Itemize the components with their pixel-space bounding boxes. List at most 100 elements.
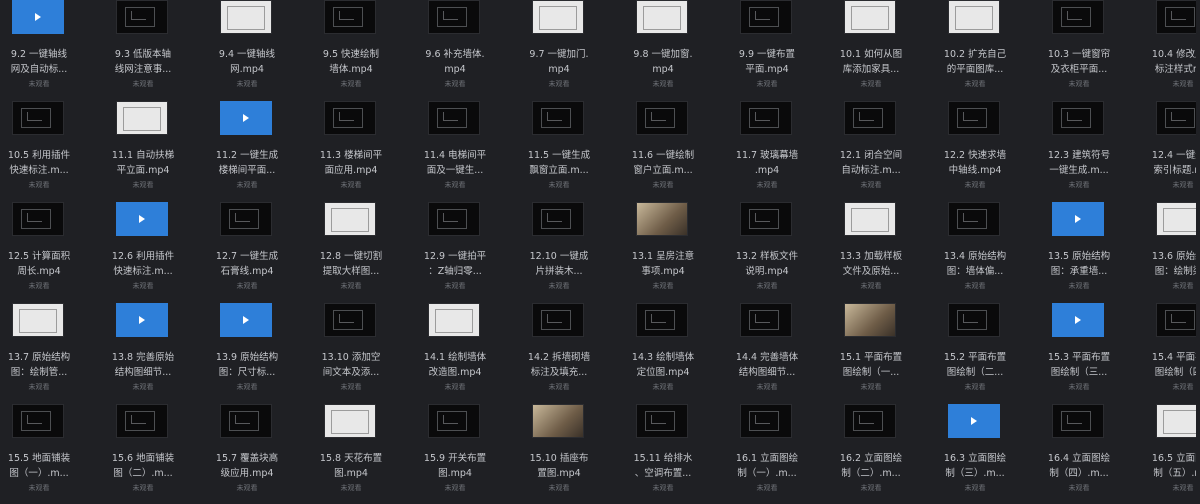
video-tile[interactable]: 14.1 绘制墙体 改造图.mp4 未观看 bbox=[416, 303, 520, 403]
video-thumbnail[interactable] bbox=[636, 202, 688, 236]
video-tile[interactable]: 13.3 加载样板 文件及原始... 未观看 bbox=[832, 202, 936, 302]
video-thumbnail[interactable] bbox=[636, 0, 688, 34]
video-thumbnail[interactable] bbox=[12, 0, 64, 34]
video-thumbnail[interactable] bbox=[948, 101, 1000, 135]
video-thumbnail[interactable] bbox=[1052, 101, 1104, 135]
video-tile[interactable]: 16.3 立面图绘 制（三）.m... 未观看 bbox=[936, 404, 1040, 504]
video-tile[interactable]: 12.3 建筑符号 一键生成.m... 未观看 bbox=[1040, 101, 1144, 201]
video-thumbnail[interactable] bbox=[1156, 303, 1200, 337]
video-tile[interactable]: 12.1 闭合空间 自动标注.m... 未观看 bbox=[832, 101, 936, 201]
video-tile[interactable]: 11.6 一键绘制 窗户立面.m... 未观看 bbox=[624, 101, 728, 201]
video-tile[interactable]: 15.11 给排水 、空调布置... 未观看 bbox=[624, 404, 728, 504]
video-tile[interactable]: 13.10 添加空 间文本及添... 未观看 bbox=[312, 303, 416, 403]
video-thumbnail[interactable] bbox=[532, 303, 584, 337]
video-tile[interactable]: 12.2 快速求墙 中轴线.mp4 未观看 bbox=[936, 101, 1040, 201]
video-tile[interactable]: 9.4 一键轴线 网.mp4 未观看 bbox=[208, 0, 312, 100]
video-thumbnail[interactable] bbox=[428, 101, 480, 135]
video-tile[interactable]: 15.7 覆盖块高 级应用.mp4 未观看 bbox=[208, 404, 312, 504]
video-tile[interactable]: 14.3 绘制墙体 定位图.mp4 未观看 bbox=[624, 303, 728, 403]
video-tile[interactable]: 15.8 天花布置 图.mp4 未观看 bbox=[312, 404, 416, 504]
video-tile[interactable]: 10.3 一键窗帘 及衣柜平面... 未观看 bbox=[1040, 0, 1144, 100]
video-thumbnail[interactable] bbox=[740, 101, 792, 135]
video-thumbnail[interactable] bbox=[116, 0, 168, 34]
video-tile[interactable]: 9.2 一键轴线 网及自动标... 未观看 bbox=[0, 0, 104, 100]
video-thumbnail[interactable] bbox=[220, 303, 272, 337]
video-thumbnail[interactable] bbox=[12, 202, 64, 236]
video-thumbnail[interactable] bbox=[740, 0, 792, 34]
video-tile[interactable]: 9.5 快速绘制 墙体.mp4 未观看 bbox=[312, 0, 416, 100]
video-tile[interactable]: 15.6 地面铺装 图（二）.m... 未观看 bbox=[104, 404, 208, 504]
video-thumbnail[interactable] bbox=[220, 404, 272, 438]
video-thumbnail[interactable] bbox=[428, 404, 480, 438]
video-tile[interactable]: 12.7 一键生成 石膏线.mp4 未观看 bbox=[208, 202, 312, 302]
video-tile[interactable]: 10.4 修改尺寸标注样式m... 未观看 bbox=[1144, 0, 1200, 100]
video-thumbnail[interactable] bbox=[740, 303, 792, 337]
video-tile[interactable]: 11.7 玻璃幕墙 .mp4 未观看 bbox=[728, 101, 832, 201]
video-tile[interactable]: 9.3 低版本轴 线网注意事... 未观看 bbox=[104, 0, 208, 100]
video-thumbnail[interactable] bbox=[1052, 202, 1104, 236]
video-thumbnail[interactable] bbox=[1052, 0, 1104, 34]
video-tile[interactable]: 13.6 原始结构图：绘制梁... 未观看 bbox=[1144, 202, 1200, 302]
video-tile[interactable]: 16.1 立面图绘 制（一）.m... 未观看 bbox=[728, 404, 832, 504]
video-thumbnail[interactable] bbox=[220, 0, 272, 34]
video-tile[interactable]: 13.8 完善原始 结构图细节... 未观看 bbox=[104, 303, 208, 403]
video-tile[interactable]: 11.3 楼梯间平 面应用.mp4 未观看 bbox=[312, 101, 416, 201]
video-tile[interactable]: 14.4 完善墙体 结构图细节... 未观看 bbox=[728, 303, 832, 403]
video-tile[interactable]: 11.4 电梯间平 面及一键生... 未观看 bbox=[416, 101, 520, 201]
video-tile[interactable]: 12.8 一键切割 提取大样图... 未观看 bbox=[312, 202, 416, 302]
video-thumbnail[interactable] bbox=[324, 0, 376, 34]
video-tile[interactable]: 12.9 一键拍平 ：Z轴归零... 未观看 bbox=[416, 202, 520, 302]
video-tile[interactable]: 16.4 立面图绘 制（四）.m... 未观看 bbox=[1040, 404, 1144, 504]
video-thumbnail[interactable] bbox=[116, 303, 168, 337]
video-tile[interactable]: 11.5 一键生成 飘窗立面.m... 未观看 bbox=[520, 101, 624, 201]
video-thumbnail[interactable] bbox=[324, 404, 376, 438]
video-tile[interactable]: 13.7 原始结构 图：绘制管... 未观看 bbox=[0, 303, 104, 403]
video-thumbnail[interactable] bbox=[636, 303, 688, 337]
video-thumbnail[interactable] bbox=[532, 101, 584, 135]
video-thumbnail[interactable] bbox=[1156, 202, 1200, 236]
video-thumbnail[interactable] bbox=[428, 303, 480, 337]
video-thumbnail[interactable] bbox=[1052, 404, 1104, 438]
video-thumbnail[interactable] bbox=[1156, 101, 1200, 135]
video-thumbnail[interactable] bbox=[12, 101, 64, 135]
video-tile[interactable]: 15.10 插座布 置图.mp4 未观看 bbox=[520, 404, 624, 504]
video-thumbnail[interactable] bbox=[948, 0, 1000, 34]
video-thumbnail[interactable] bbox=[844, 202, 896, 236]
video-thumbnail[interactable] bbox=[740, 202, 792, 236]
video-tile[interactable]: 12.6 利用插件 快速标注.m... 未观看 bbox=[104, 202, 208, 302]
video-tile[interactable]: 9.8 一键加窗. mp4 未观看 bbox=[624, 0, 728, 100]
video-thumbnail[interactable] bbox=[12, 404, 64, 438]
video-tile[interactable]: 15.3 平面布置 图绘制（三... 未观看 bbox=[1040, 303, 1144, 403]
video-thumbnail[interactable] bbox=[532, 0, 584, 34]
video-tile[interactable]: 13.4 原始结构 图：墙体偏... 未观看 bbox=[936, 202, 1040, 302]
video-thumbnail[interactable] bbox=[844, 0, 896, 34]
video-tile[interactable]: 16.2 立面图绘 制（二）.m... 未观看 bbox=[832, 404, 936, 504]
video-tile[interactable]: 15.5 地面铺装 图（一）.m... 未观看 bbox=[0, 404, 104, 504]
video-tile[interactable]: 10.1 如何从图 库添加家具... 未观看 bbox=[832, 0, 936, 100]
video-thumbnail[interactable] bbox=[1052, 303, 1104, 337]
video-tile[interactable]: 9.7 一键加门. mp4 未观看 bbox=[520, 0, 624, 100]
video-thumbnail[interactable] bbox=[636, 404, 688, 438]
video-tile[interactable]: 11.1 自动扶梯 平立面.mp4 未观看 bbox=[104, 101, 208, 201]
video-thumbnail[interactable] bbox=[740, 404, 792, 438]
video-tile[interactable]: 10.2 扩充自己 的平面图库... 未观看 bbox=[936, 0, 1040, 100]
video-thumbnail[interactable] bbox=[948, 404, 1000, 438]
video-tile[interactable]: 9.9 一键布置 平面.mp4 未观看 bbox=[728, 0, 832, 100]
video-thumbnail[interactable] bbox=[844, 404, 896, 438]
video-tile[interactable]: 13.2 样板文件 说明.mp4 未观看 bbox=[728, 202, 832, 302]
video-thumbnail[interactable] bbox=[844, 303, 896, 337]
video-thumbnail[interactable] bbox=[1156, 404, 1200, 438]
video-tile[interactable]: 12.4 一键生成索引标题.m... 未观看 bbox=[1144, 101, 1200, 201]
video-tile[interactable]: 15.1 平面布置 图绘制（一... 未观看 bbox=[832, 303, 936, 403]
video-tile[interactable]: 12.10 一键成 片拼装木... 未观看 bbox=[520, 202, 624, 302]
video-thumbnail[interactable] bbox=[532, 404, 584, 438]
video-thumbnail[interactable] bbox=[844, 101, 896, 135]
video-thumbnail[interactable] bbox=[12, 303, 64, 337]
video-tile[interactable]: 13.1 呈房注意 事项.mp4 未观看 bbox=[624, 202, 728, 302]
video-tile[interactable]: 9.6 补充墙体. mp4 未观看 bbox=[416, 0, 520, 100]
video-thumbnail[interactable] bbox=[324, 303, 376, 337]
video-tile[interactable]: 16.5 立面图绘制（五）.m...未观看 bbox=[1144, 404, 1200, 504]
video-thumbnail[interactable] bbox=[948, 202, 1000, 236]
video-thumbnail[interactable] bbox=[324, 202, 376, 236]
video-tile[interactable]: 13.5 原始结构 图：承重墙... 未观看 bbox=[1040, 202, 1144, 302]
